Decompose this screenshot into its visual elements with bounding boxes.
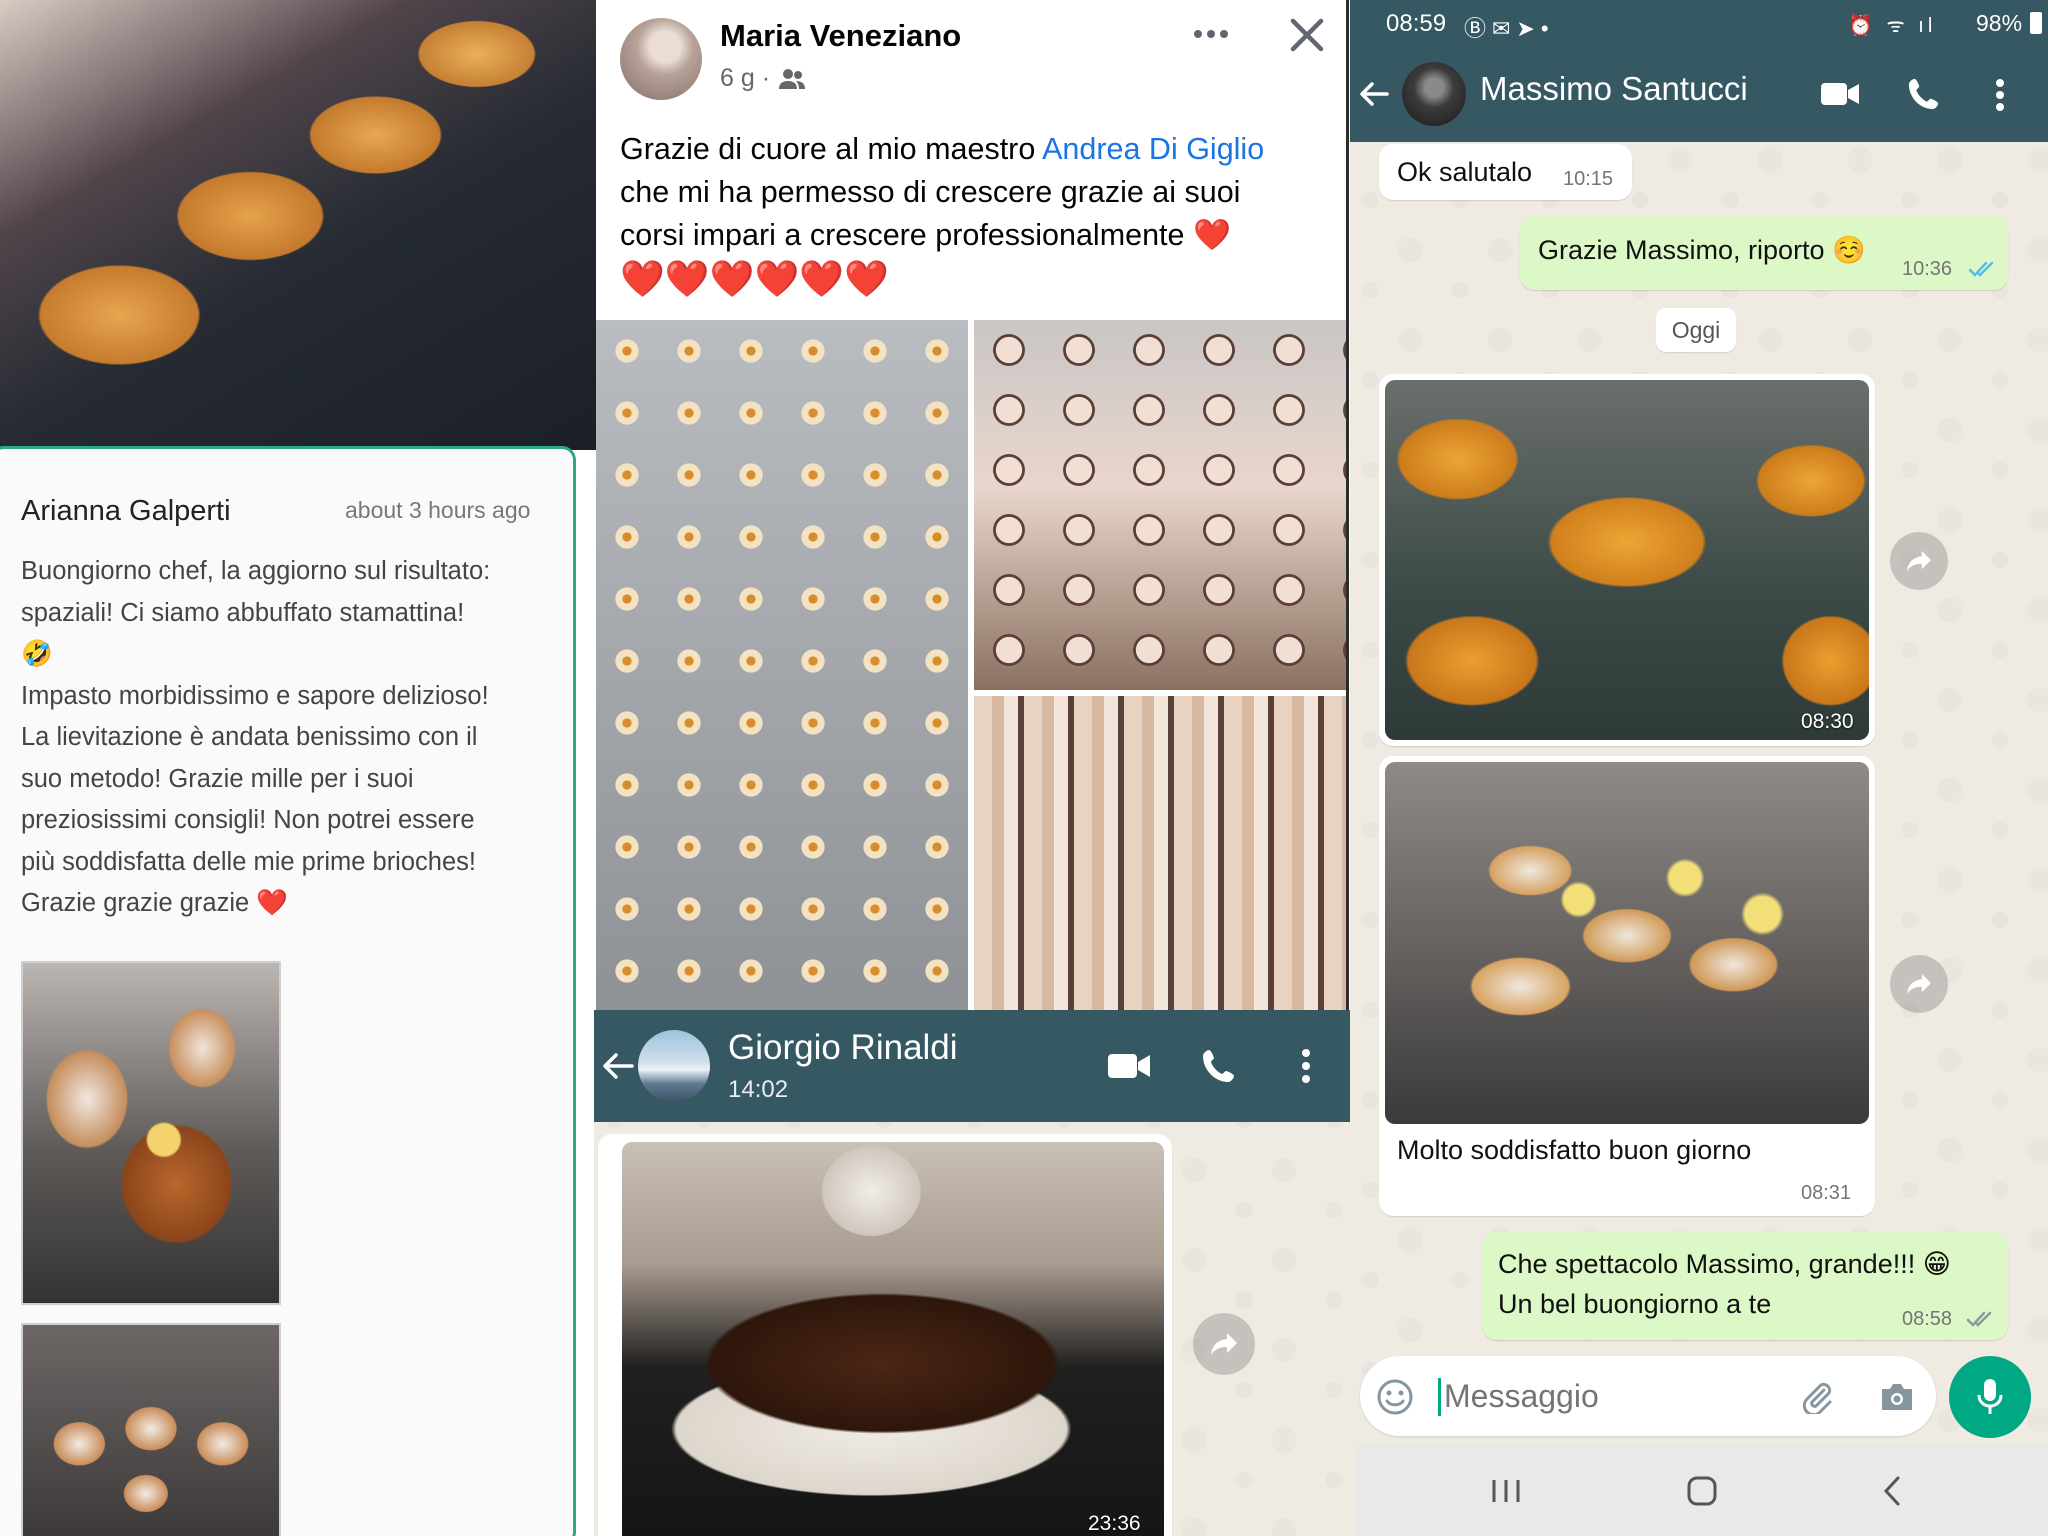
contact-status: 14:02 — [728, 1076, 789, 1103]
contact-avatar[interactable] — [638, 1030, 710, 1102]
image-timestamp: 08:30 — [1801, 710, 1854, 733]
contact-name[interactable]: Massimo Santucci — [1480, 70, 1748, 108]
comment-line: suo metodo! Grazie mille per i suoi — [21, 764, 414, 793]
message-text: Ok salutalo — [1397, 157, 1533, 187]
message-input[interactable] — [1444, 1372, 1744, 1420]
chat-photo-brioches[interactable] — [1385, 762, 1869, 1124]
recent-apps-icon[interactable] — [1476, 1468, 1536, 1514]
image-caption: Molto soddisfatto buon giorno — [1397, 1135, 1752, 1165]
comment-photo-1[interactable] — [21, 961, 281, 1305]
comment-time: about 3 hours ago — [345, 497, 531, 523]
message-text: Che spettacolo Massimo, grande!!! 😁 — [1498, 1249, 1951, 1279]
comment-card: Arianna Galperti about 3 hours ago Buong… — [0, 446, 576, 1536]
back-nav-icon[interactable] — [1862, 1468, 1922, 1514]
image-message: Molto soddisfatto buon giorno 08:31 — [1379, 756, 1875, 1216]
voice-call-icon[interactable] — [1194, 1044, 1244, 1088]
comment-author[interactable]: Arianna Galperti — [21, 495, 231, 528]
camera-icon[interactable] — [1876, 1376, 1918, 1418]
system-icons: ⏰ ᯤ ıl — [1848, 15, 1937, 37]
status-time: 08:59 — [1386, 10, 1447, 37]
post-photo-cookie-display[interactable] — [974, 696, 1348, 1010]
image-timestamp: 23:36 — [1088, 1512, 1141, 1535]
comment-line: spaziali! Ci siamo abbuffato stamattina! — [21, 598, 465, 627]
home-icon[interactable] — [1672, 1468, 1732, 1514]
post-text-start: Grazie di cuore al mio maestro — [620, 132, 1043, 166]
video-call-icon[interactable] — [1816, 72, 1864, 116]
close-icon[interactable] — [1282, 10, 1332, 60]
post-line: corsi impari a crescere professionalment… — [620, 218, 1231, 252]
message-out: Che spettacolo Massimo, grande!!! 😁 Un b… — [1482, 1232, 2008, 1340]
notification-icons: Ⓑ✉➤• — [1464, 16, 1555, 41]
message-out: Grazie Massimo, riporto ☺️ 10:36 — [1520, 216, 2008, 290]
post-hearts: ❤️❤️❤️❤️❤️❤️ — [620, 258, 889, 299]
date-label: Oggi — [1671, 316, 1721, 343]
forward-icon[interactable] — [1890, 532, 1948, 590]
post-author[interactable]: Maria Veneziano — [720, 18, 961, 54]
forward-icon[interactable] — [1193, 1313, 1255, 1375]
menu-icon[interactable] — [1288, 1040, 1324, 1092]
chat-header-massimo: Massimo Santucci — [1350, 48, 2048, 142]
facebook-post: Maria Veneziano 6 g · Grazie di cuore al… — [596, 0, 1349, 1010]
message-time: 08:58 — [1902, 1308, 1953, 1330]
contact-name[interactable]: Giorgio Rinaldi — [728, 1028, 958, 1068]
friends-icon — [779, 68, 806, 89]
post-text: Grazie di cuore al mio maestro Andrea Di… — [620, 128, 1340, 300]
image-message: 08:30 — [1379, 374, 1875, 746]
post-age: 6 g · — [720, 64, 771, 92]
battery-level: 98% — [1976, 10, 2023, 36]
attach-icon[interactable] — [1796, 1376, 1838, 1418]
comment-line: Impasto morbidissimo e sapore delizioso! — [21, 681, 489, 710]
date-divider: Oggi — [1656, 308, 1736, 352]
message-time: 10:36 — [1902, 258, 1953, 280]
loaf-pans-photo — [0, 0, 596, 450]
emoji-icon[interactable] — [1374, 1376, 1416, 1418]
message-time: 10:15 — [1563, 168, 1614, 190]
comment-line: La lievitazione è andata benissimo con i… — [21, 723, 478, 751]
chat-photo-chocolate-cake[interactable] — [622, 1142, 1164, 1536]
video-call-icon[interactable] — [1104, 1044, 1154, 1088]
status-bar: 08:59 Ⓑ✉➤• ⏰ ᯤ ıl 98% — [1350, 0, 2048, 48]
more-options-icon[interactable] — [1186, 14, 1236, 54]
message-input-bar[interactable] — [1360, 1356, 1936, 1436]
image-message: 23:36 — [598, 1134, 1172, 1536]
message-time: 08:31 — [1801, 1182, 1852, 1204]
post-meta: 6 g · — [720, 64, 806, 93]
back-arrow-icon[interactable] — [1354, 68, 1394, 120]
message-in: Ok salutalo 10:15 — [1379, 144, 1632, 200]
text-cursor — [1438, 1378, 1441, 1416]
comment-line: 🤣 — [21, 640, 53, 668]
post-line: che mi ha permesso di crescere grazie ai… — [620, 175, 1241, 209]
comment-line: preziosissimi consigli! Non potrei esser… — [21, 806, 475, 834]
message-text: Un bel buongiorno a te — [1498, 1289, 1772, 1319]
comment-line: più soddisfatta delle mie prime brioches… — [21, 847, 476, 876]
panel-divider — [1346, 0, 1349, 1010]
comment-text: Buongiorno chef, la aggiorno sul risulta… — [21, 551, 561, 925]
read-receipt-icon — [1968, 261, 1994, 277]
message-text: Grazie Massimo, riporto ☺️ — [1538, 235, 1866, 265]
navigation-bar — [1356, 1444, 2048, 1536]
avatar[interactable] — [620, 18, 702, 100]
read-receipt-icon — [1966, 1311, 1992, 1327]
post-photo-pastry-display[interactable] — [974, 320, 1348, 690]
forward-icon[interactable] — [1890, 955, 1948, 1013]
contact-avatar[interactable] — [1402, 62, 1466, 126]
chat-header-giorgio: Giorgio Rinaldi 14:02 — [594, 1010, 1358, 1122]
chat-photo-loaves[interactable] — [1385, 380, 1869, 740]
tagged-user-link[interactable]: Andrea Di Giglio — [1042, 132, 1264, 166]
back-arrow-icon[interactable] — [596, 1040, 640, 1092]
mic-button[interactable] — [1949, 1356, 2031, 1438]
comment-line: Grazie grazie grazie ❤️ — [21, 889, 289, 917]
post-photo-cookie-tray[interactable] — [596, 320, 968, 1010]
comment-photo-2[interactable] — [21, 1323, 281, 1536]
battery-icon — [2030, 12, 2042, 34]
voice-call-icon[interactable] — [1902, 72, 1946, 116]
comment-line: Buongiorno chef, la aggiorno sul risulta… — [21, 557, 491, 585]
menu-icon[interactable] — [1982, 70, 2018, 120]
